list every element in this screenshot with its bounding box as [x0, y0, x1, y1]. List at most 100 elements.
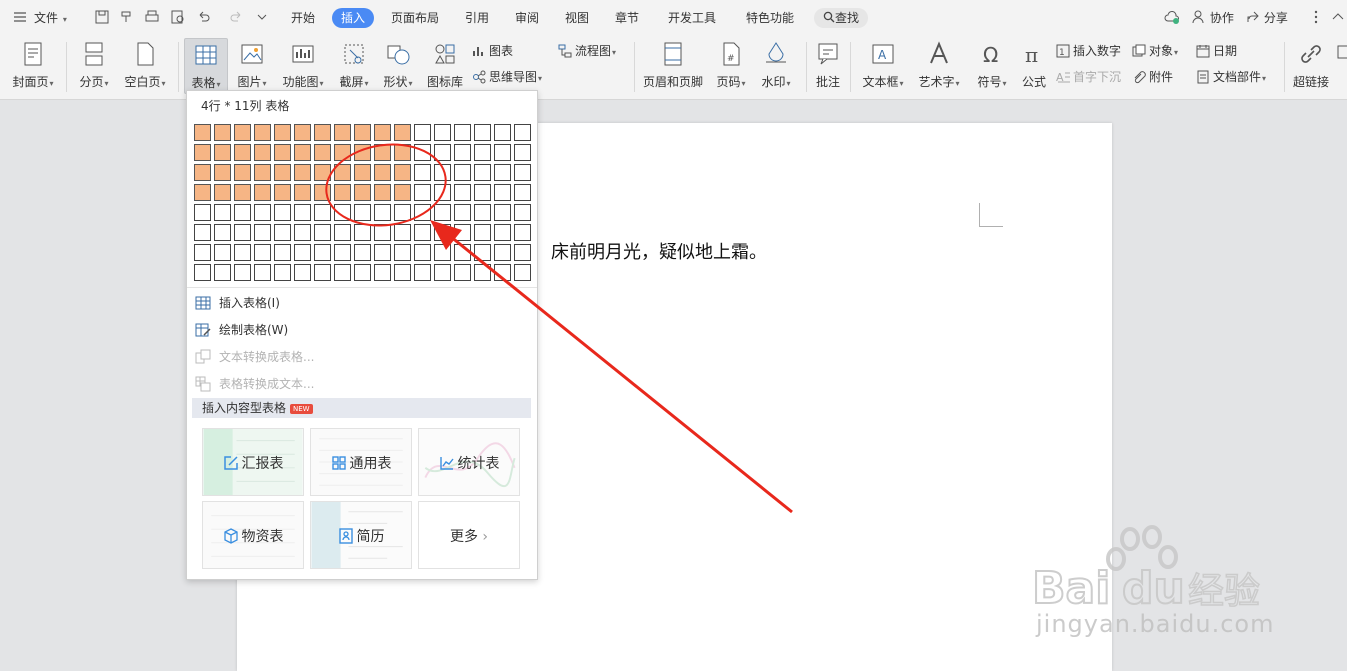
table-button[interactable]: 表格▾	[184, 38, 228, 94]
table-grid-cell[interactable]	[494, 124, 511, 141]
table-grid-cell[interactable]	[354, 124, 371, 141]
table-grid-cell[interactable]	[254, 124, 271, 141]
table-grid-cell[interactable]	[214, 264, 231, 281]
template-report-table[interactable]: 汇报表	[202, 428, 304, 496]
table-grid-cell[interactable]	[294, 184, 311, 201]
table-grid-cell[interactable]	[514, 224, 531, 241]
table-grid-cell[interactable]	[274, 144, 291, 161]
table-grid-cell[interactable]	[274, 244, 291, 261]
table-grid-cell[interactable]	[354, 264, 371, 281]
table-grid-cell[interactable]	[394, 124, 411, 141]
insert-number-button[interactable]: 1 插入数字	[1056, 42, 1121, 60]
table-grid-cell[interactable]	[454, 204, 471, 221]
table-grid-cell[interactable]	[254, 204, 271, 221]
function-chart-button[interactable]: 功能图▾	[278, 38, 328, 94]
insert-table-item[interactable]: 插入表格(I)	[195, 292, 280, 314]
table-grid-cell[interactable]	[494, 224, 511, 241]
table-grid-cell[interactable]	[294, 164, 311, 181]
table-grid-cell[interactable]	[354, 244, 371, 261]
table-grid-cell[interactable]	[354, 144, 371, 161]
format-painter-icon[interactable]	[118, 9, 134, 25]
table-grid-cell[interactable]	[434, 224, 451, 241]
symbol-button[interactable]: Ω 符号▾	[972, 38, 1012, 94]
table-grid-cell[interactable]	[294, 244, 311, 261]
table-grid-cell[interactable]	[274, 164, 291, 181]
table-grid-cell[interactable]	[434, 164, 451, 181]
table-grid-cell[interactable]	[454, 184, 471, 201]
table-grid-cell[interactable]	[454, 224, 471, 241]
cover-page-button[interactable]: 封面页▾	[8, 38, 58, 94]
table-grid-cell[interactable]	[394, 244, 411, 261]
table-grid-cell[interactable]	[394, 144, 411, 161]
collapse-ribbon-icon[interactable]	[1330, 9, 1346, 25]
table-grid-cell[interactable]	[314, 164, 331, 181]
table-grid-cell[interactable]	[254, 224, 271, 241]
table-grid-cell[interactable]	[474, 184, 491, 201]
table-grid-cell[interactable]	[474, 224, 491, 241]
table-grid-cell[interactable]	[314, 184, 331, 201]
table-grid-cell[interactable]	[374, 164, 391, 181]
table-grid-cell[interactable]	[334, 264, 351, 281]
table-grid-cell[interactable]	[294, 204, 311, 221]
document-text[interactable]: 床前明月光，疑似地上霜。	[551, 238, 767, 264]
table-grid-cell[interactable]	[494, 184, 511, 201]
table-grid-cell[interactable]	[414, 164, 431, 181]
table-grid-cell[interactable]	[294, 224, 311, 241]
word-art-button[interactable]: 艺术字▾	[914, 38, 964, 94]
table-grid-cell[interactable]	[474, 124, 491, 141]
table-grid-cell[interactable]	[414, 204, 431, 221]
table-grid-cell[interactable]	[334, 204, 351, 221]
table-grid-cell[interactable]	[494, 144, 511, 161]
table-grid-cell[interactable]	[314, 124, 331, 141]
table-grid-cell[interactable]	[354, 184, 371, 201]
table-grid-cell[interactable]	[234, 264, 251, 281]
formula-button[interactable]: π 公式	[1016, 38, 1052, 94]
table-grid-cell[interactable]	[374, 224, 391, 241]
table-grid-cell[interactable]	[494, 164, 511, 181]
attachment-button[interactable]: 附件	[1132, 68, 1173, 86]
table-grid-cell[interactable]	[454, 144, 471, 161]
table-grid-cell[interactable]	[234, 124, 251, 141]
save-icon[interactable]	[94, 9, 110, 25]
table-grid-cell[interactable]	[454, 244, 471, 261]
table-grid-cell[interactable]	[514, 264, 531, 281]
table-to-text-item[interactable]: 表格转换成文本...	[195, 373, 314, 395]
tab-special-features[interactable]: 特色功能	[740, 8, 800, 28]
table-grid-cell[interactable]	[314, 204, 331, 221]
text-to-table-item[interactable]: 文本转换成表格...	[195, 346, 314, 368]
table-grid-cell[interactable]	[514, 124, 531, 141]
table-grid-cell[interactable]	[314, 244, 331, 261]
table-grid-cell[interactable]	[374, 144, 391, 161]
table-grid-cell[interactable]	[194, 244, 211, 261]
table-grid-cell[interactable]	[394, 264, 411, 281]
template-inventory-table[interactable]: 物资表	[202, 501, 304, 569]
table-grid-cell[interactable]	[414, 224, 431, 241]
date-button[interactable]: 日期	[1196, 42, 1237, 60]
template-general-table[interactable]: 通用表	[310, 428, 412, 496]
collaborate-button[interactable]: 协作	[1192, 9, 1234, 26]
table-grid-cell[interactable]	[514, 204, 531, 221]
table-grid-cell[interactable]	[394, 184, 411, 201]
template-more-button[interactable]: 更多 ›	[418, 501, 520, 569]
table-grid-cell[interactable]	[334, 184, 351, 201]
table-grid-cell[interactable]	[334, 124, 351, 141]
drop-cap-button[interactable]: A 首字下沉	[1056, 68, 1121, 86]
table-grid-cell[interactable]	[194, 264, 211, 281]
table-grid-cell[interactable]	[214, 124, 231, 141]
table-grid-cell[interactable]	[374, 184, 391, 201]
table-grid-cell[interactable]	[374, 124, 391, 141]
search-button[interactable]: 查找	[814, 8, 868, 28]
template-resume[interactable]: 简历	[310, 501, 412, 569]
file-menu[interactable]: 文件 ▾	[34, 9, 67, 26]
table-grid-cell[interactable]	[194, 124, 211, 141]
table-grid-cell[interactable]	[294, 144, 311, 161]
table-grid-cell[interactable]	[294, 124, 311, 141]
table-grid-cell[interactable]	[274, 204, 291, 221]
table-grid-cell[interactable]	[414, 144, 431, 161]
table-grid-cell[interactable]	[414, 124, 431, 141]
table-grid-cell[interactable]	[354, 164, 371, 181]
table-grid-cell[interactable]	[254, 264, 271, 281]
table-grid-cell[interactable]	[234, 184, 251, 201]
table-grid-cell[interactable]	[214, 244, 231, 261]
shape-button[interactable]: 形状▾	[378, 38, 418, 94]
